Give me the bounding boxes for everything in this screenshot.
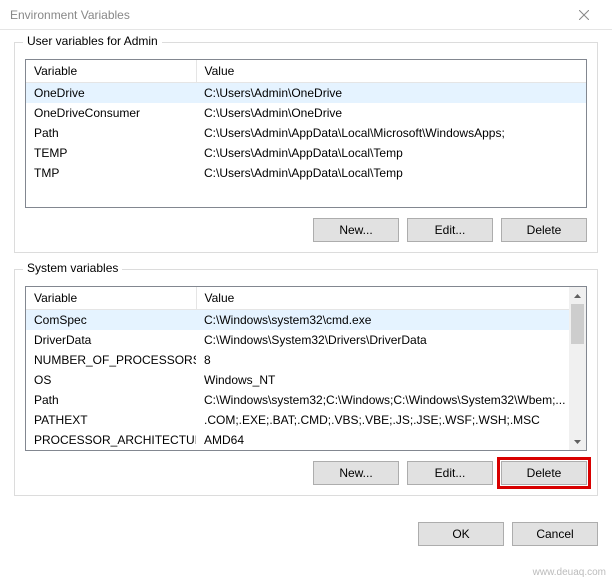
cell-variable: PATHEXT (26, 410, 196, 430)
table-row[interactable]: DriverDataC:\Windows\System32\Drivers\Dr… (26, 330, 569, 350)
table-header-row: Variable Value (26, 287, 569, 310)
cell-value: C:\Users\Admin\AppData\Local\Temp (196, 143, 586, 163)
table-row[interactable]: OneDriveConsumerC:\Users\Admin\OneDrive (26, 103, 586, 123)
user-new-button[interactable]: New... (313, 218, 399, 242)
user-edit-button[interactable]: Edit... (407, 218, 493, 242)
table-row[interactable]: OSWindows_NT (26, 370, 569, 390)
col-header-value[interactable]: Value (196, 60, 586, 83)
system-scrollbar[interactable] (569, 287, 586, 450)
cell-variable: OneDriveConsumer (26, 103, 196, 123)
cell-variable: DriverData (26, 330, 196, 350)
scroll-thumb[interactable] (571, 304, 584, 344)
table-row[interactable]: PATHEXT.COM;.EXE;.BAT;.CMD;.VBS;.VBE;.JS… (26, 410, 569, 430)
cell-variable: Path (26, 390, 196, 410)
ok-button[interactable]: OK (418, 522, 504, 546)
table-row[interactable]: ComSpecC:\Windows\system32\cmd.exe (26, 310, 569, 331)
cell-value: C:\Users\Admin\AppData\Local\Microsoft\W… (196, 123, 586, 143)
cell-value: AMD64 (196, 430, 569, 450)
system-edit-button[interactable]: Edit... (407, 461, 493, 485)
system-buttons-row: New... Edit... Delete (25, 461, 587, 485)
cell-variable: Path (26, 123, 196, 143)
chevron-down-icon (574, 440, 581, 444)
col-header-value[interactable]: Value (196, 287, 569, 310)
user-variables-group: User variables for Admin Variable Value … (14, 42, 598, 253)
cell-value: Windows_NT (196, 370, 569, 390)
cell-value: C:\Users\Admin\OneDrive (196, 83, 586, 104)
titlebar: Environment Variables (0, 0, 612, 30)
table-row[interactable]: OneDriveC:\Users\Admin\OneDrive (26, 83, 586, 104)
scroll-up-button[interactable] (569, 287, 586, 304)
scroll-down-button[interactable] (569, 433, 586, 450)
watermark: www.deuaq.com (533, 567, 606, 578)
system-new-button[interactable]: New... (313, 461, 399, 485)
close-icon (579, 10, 589, 20)
table-row[interactable]: NUMBER_OF_PROCESSORS8 (26, 350, 569, 370)
cell-variable: OneDrive (26, 83, 196, 104)
system-group-legend: System variables (23, 261, 122, 275)
table-row[interactable]: PathC:\Users\Admin\AppData\Local\Microso… (26, 123, 586, 143)
table-header-row: Variable Value (26, 60, 586, 83)
cell-variable: ComSpec (26, 310, 196, 331)
dialog-content: User variables for Admin Variable Value … (0, 30, 612, 522)
cell-value: C:\Users\Admin\AppData\Local\Temp (196, 163, 586, 183)
cell-value: 8 (196, 350, 569, 370)
cell-variable: TMP (26, 163, 196, 183)
col-header-variable[interactable]: Variable (26, 60, 196, 83)
system-delete-button[interactable]: Delete (501, 461, 587, 485)
table-row[interactable]: TMPC:\Users\Admin\AppData\Local\Temp (26, 163, 586, 183)
table-row[interactable]: TEMPC:\Users\Admin\AppData\Local\Temp (26, 143, 586, 163)
system-variables-table-wrap: Variable Value ComSpecC:\Windows\system3… (25, 286, 587, 451)
cell-variable: PROCESSOR_ARCHITECTURE (26, 430, 196, 450)
dialog-buttons-row: OK Cancel (0, 522, 612, 558)
chevron-up-icon (574, 294, 581, 298)
cell-variable: NUMBER_OF_PROCESSORS (26, 350, 196, 370)
user-delete-button[interactable]: Delete (501, 218, 587, 242)
window-title: Environment Variables (10, 8, 130, 22)
table-row[interactable]: PathC:\Windows\system32;C:\Windows;C:\Wi… (26, 390, 569, 410)
cell-value: C:\Windows\System32\Drivers\DriverData (196, 330, 569, 350)
table-row[interactable]: PROCESSOR_ARCHITECTUREAMD64 (26, 430, 569, 450)
col-header-variable[interactable]: Variable (26, 287, 196, 310)
cell-variable: TEMP (26, 143, 196, 163)
cell-value: .COM;.EXE;.BAT;.CMD;.VBS;.VBE;.JS;.JSE;.… (196, 410, 569, 430)
scroll-track[interactable] (569, 304, 586, 433)
user-buttons-row: New... Edit... Delete (25, 218, 587, 242)
close-button[interactable] (564, 0, 604, 29)
system-variables-group: System variables Variable Value ComSpecC… (14, 269, 598, 496)
cell-value: C:\Windows\system32;C:\Windows;C:\Window… (196, 390, 569, 410)
cell-value: C:\Windows\system32\cmd.exe (196, 310, 569, 331)
cell-value: C:\Users\Admin\OneDrive (196, 103, 586, 123)
user-variables-table[interactable]: Variable Value OneDriveC:\Users\Admin\On… (26, 60, 586, 183)
system-variables-table[interactable]: Variable Value ComSpecC:\Windows\system3… (26, 287, 569, 450)
user-variables-table-wrap: Variable Value OneDriveC:\Users\Admin\On… (25, 59, 587, 208)
cell-variable: OS (26, 370, 196, 390)
user-group-legend: User variables for Admin (23, 34, 162, 48)
cancel-button[interactable]: Cancel (512, 522, 598, 546)
